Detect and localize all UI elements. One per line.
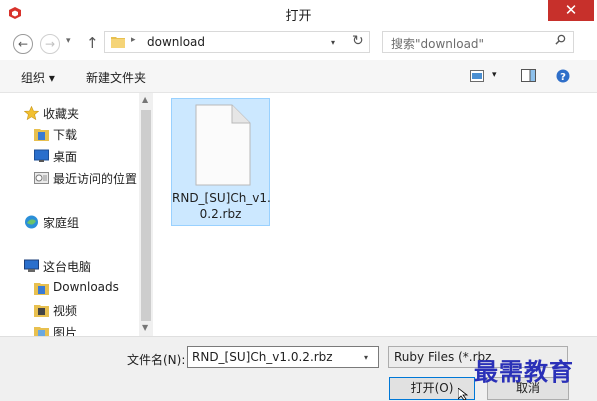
window-close-button[interactable]: ✕ <box>548 0 594 21</box>
pictures-folder-icon <box>34 327 49 336</box>
scroll-thumb[interactable] <box>141 110 151 321</box>
homegroup-icon <box>25 215 38 229</box>
view-options-dropdown[interactable]: ▾ <box>492 70 497 80</box>
forward-button[interactable]: → <box>40 34 60 54</box>
command-toolbar: 组织 ▾ 新建文件夹 ▾ ? <box>0 60 597 93</box>
help-icon[interactable]: ? <box>556 69 570 83</box>
file-document-icon <box>195 104 251 186</box>
search-placeholder: 搜索"download" <box>391 37 485 51</box>
filename-label: 文件名(N): <box>127 353 186 367</box>
star-icon <box>24 106 39 120</box>
recent-places-icon <box>34 172 49 184</box>
file-name: RND_[SU]Ch_v1. 0.2.rbz <box>172 191 271 221</box>
breadcrumb-download[interactable]: download <box>147 35 205 49</box>
navigation-bar: ← → ▾ ↑ ▸ download ▾ ↻ 搜索"download" <box>0 28 597 60</box>
mouse-cursor-icon <box>458 388 469 400</box>
preview-pane-icon[interactable] <box>521 69 536 82</box>
filename-input[interactable]: RND_[SU]Ch_v1.0.2.rbz ▾ <box>187 346 379 368</box>
navigation-pane: 收藏夹 下载 桌面 最近访问的位置 家庭组 这台电脑 Downloads 视频 … <box>0 93 153 336</box>
file-item[interactable]: RND_[SU]Ch_v1. 0.2.rbz <box>171 98 271 226</box>
change-view-icon[interactable] <box>470 70 484 82</box>
new-folder-button[interactable]: 新建文件夹 <box>86 69 146 86</box>
title-bar: 打开 ✕ <box>0 0 597 28</box>
refresh-button[interactable]: ↻ <box>352 33 364 49</box>
back-button[interactable]: ← <box>13 34 33 54</box>
breadcrumb-separator[interactable]: ▸ <box>131 35 136 45</box>
window-title: 打开 <box>285 9 312 24</box>
sidebar-scrollbar[interactable]: ▲ ▼ <box>139 93 153 336</box>
watermark: 最需教育 <box>474 357 574 386</box>
recent-locations-button[interactable]: ▾ <box>66 36 71 46</box>
svg-text:?: ? <box>560 72 566 83</box>
file-list: RND_[SU]Ch_v1. 0.2.rbz <box>154 93 597 336</box>
up-button[interactable]: ↑ <box>86 34 99 52</box>
scroll-up-button[interactable]: ▲ <box>142 95 148 104</box>
desktop-icon <box>34 149 49 162</box>
organize-menu-button[interactable]: 组织 ▾ <box>21 69 55 86</box>
computer-icon <box>24 259 39 272</box>
filename-dropdown-button[interactable]: ▾ <box>364 353 368 362</box>
videos-folder-icon <box>34 305 49 317</box>
filename-value: RND_[SU]Ch_v1.0.2.rbz <box>192 350 333 364</box>
address-dropdown-button[interactable]: ▾ <box>331 38 335 47</box>
search-box[interactable]: 搜索"download" <box>382 31 574 53</box>
folder-icon <box>111 37 125 48</box>
search-icon[interactable] <box>555 34 566 45</box>
address-bar[interactable]: ▸ download ▾ ↻ <box>104 31 370 53</box>
downloads-folder-icon <box>34 283 49 295</box>
download-folder-icon <box>34 129 49 141</box>
scroll-down-button[interactable]: ▼ <box>142 323 148 332</box>
